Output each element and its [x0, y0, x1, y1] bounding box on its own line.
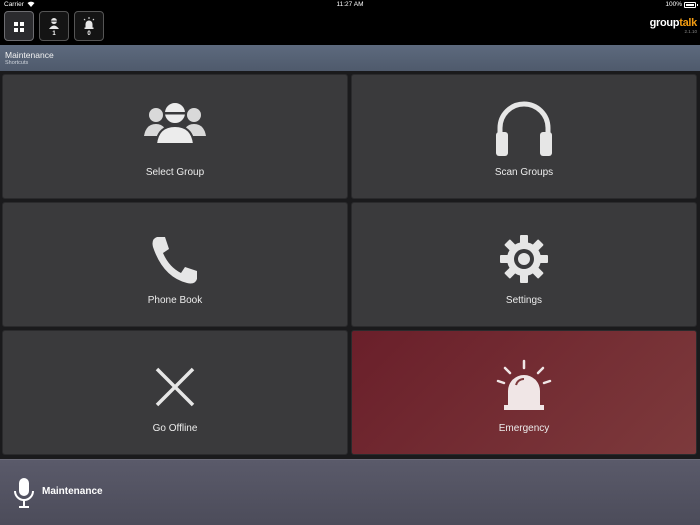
brand-logo-text: grouptalk — [649, 17, 698, 29]
person-icon — [49, 18, 59, 29]
users-button[interactable]: 1 — [39, 11, 69, 41]
alarm-icon — [83, 17, 95, 29]
phone-icon — [152, 237, 197, 284]
emergency-label: Emergency — [498, 423, 550, 434]
gear-icon — [500, 235, 548, 283]
microphone-icon — [14, 478, 34, 508]
brand-version: 2.1.10 — [684, 29, 697, 34]
group-icon — [144, 101, 206, 144]
settings-label: Settings — [505, 295, 543, 306]
battery-icon — [684, 2, 698, 8]
brand-logo: grouptalk 2.1.10 — [649, 17, 698, 35]
top-toolbar: 1 0 grouptalk 2.1.10 — [0, 10, 700, 45]
alarms-count: 0 — [87, 31, 91, 37]
page-title: Maintenance — [5, 50, 54, 60]
settings-tile[interactable]: Settings — [351, 202, 697, 327]
battery-percent: 100% — [665, 1, 682, 8]
breadcrumb: Maintenance Shortcuts — [0, 45, 700, 71]
phone-book-label: Phone Book — [147, 295, 203, 306]
users-count: 1 — [52, 31, 56, 37]
select-group-label: Select Group — [145, 167, 205, 178]
push-to-talk-label: Maintenance — [42, 486, 103, 497]
grid-icon — [14, 22, 24, 32]
page-subtitle: Shortcuts — [5, 60, 29, 66]
alarms-button[interactable]: 0 — [74, 11, 104, 41]
select-group-tile[interactable]: Select Group — [2, 74, 348, 199]
emergency-light-icon — [496, 359, 552, 410]
push-to-talk-button[interactable]: Maintenance — [0, 459, 700, 525]
clock: 11:27 AM — [336, 1, 364, 8]
phone-book-tile[interactable]: Phone Book — [2, 202, 348, 327]
scan-groups-label: Scan Groups — [494, 167, 554, 178]
close-icon — [155, 367, 195, 407]
status-bar: Carrier 11:27 AM 100% — [0, 0, 700, 10]
go-offline-tile[interactable]: Go Offline — [2, 330, 348, 455]
emergency-tile[interactable]: Emergency — [351, 330, 697, 455]
shortcuts-button[interactable] — [4, 11, 34, 41]
go-offline-label: Go Offline — [152, 423, 198, 434]
scan-groups-tile[interactable]: Scan Groups — [351, 74, 697, 199]
headphones-icon — [496, 101, 552, 156]
